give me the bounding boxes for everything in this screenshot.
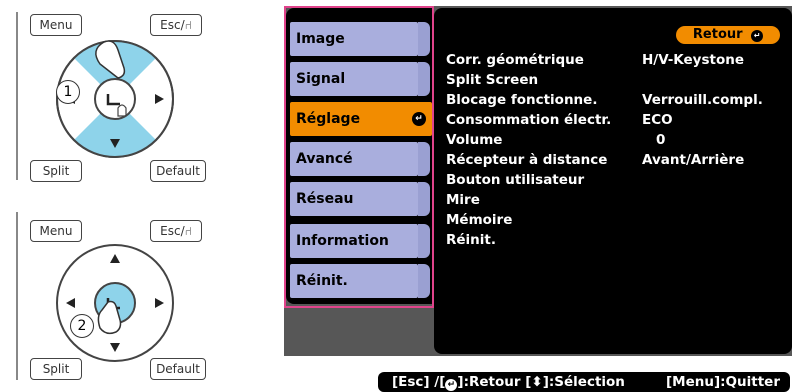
setting-value: H/V-Keystone [642, 52, 745, 68]
setting-label: Récepteur à distance [446, 152, 608, 168]
step-number-badge: 1 [56, 80, 80, 104]
split-button[interactable]: Split [30, 160, 82, 182]
enter-button [94, 78, 136, 120]
setting-value: 0 [656, 132, 666, 148]
split-button[interactable]: Split [30, 358, 82, 380]
setting-label: Mire [446, 192, 480, 208]
back-button[interactable]: Retour ↵ [676, 26, 780, 44]
divider-line [16, 212, 18, 380]
setting-value: Verrouill.compl. [642, 92, 763, 108]
category-highlight-frame [284, 6, 434, 308]
enter-icon: ↵ [751, 30, 764, 42]
back-label: Retour [692, 27, 743, 42]
up-down-arrow-icon: ⬍ [531, 374, 543, 390]
default-button[interactable]: Default [150, 358, 206, 380]
setting-label: Consommation électr. [446, 112, 612, 128]
setting-label: Volume [446, 132, 503, 148]
setting-value: ECO [642, 112, 673, 128]
help-bar: [Esc] /[↵]:Retour [⬍]:Sélection [Menu]:Q… [378, 372, 790, 392]
step-number-badge: 2 [70, 314, 94, 338]
setting-label: Blocage fonctionne. [446, 92, 598, 108]
help-right: [Menu]:Quitter [666, 374, 780, 390]
setting-label: Corr. géométrique [446, 52, 584, 68]
setting-label: Bouton utilisateur [446, 172, 585, 188]
enter-icon: ↵ [445, 379, 458, 391]
setting-label: Mémoire [446, 212, 513, 228]
setting-label: Split Screen [446, 72, 539, 88]
divider-line [16, 12, 18, 180]
remote-illustration-top: Menu Esc/⑁ 1 Split Default [8, 8, 212, 188]
setting-label: Réinit. [446, 232, 496, 248]
remote-illustration-bottom: Menu Esc/⑁ 2 Split Default [8, 208, 212, 388]
default-button[interactable]: Default [150, 160, 206, 182]
help-left: [Esc] /[↵]:Retour [⬍]:Sélection [392, 374, 625, 391]
setting-value: Avant/Arrière [642, 152, 745, 168]
direction-pad[interactable] [40, 228, 190, 378]
